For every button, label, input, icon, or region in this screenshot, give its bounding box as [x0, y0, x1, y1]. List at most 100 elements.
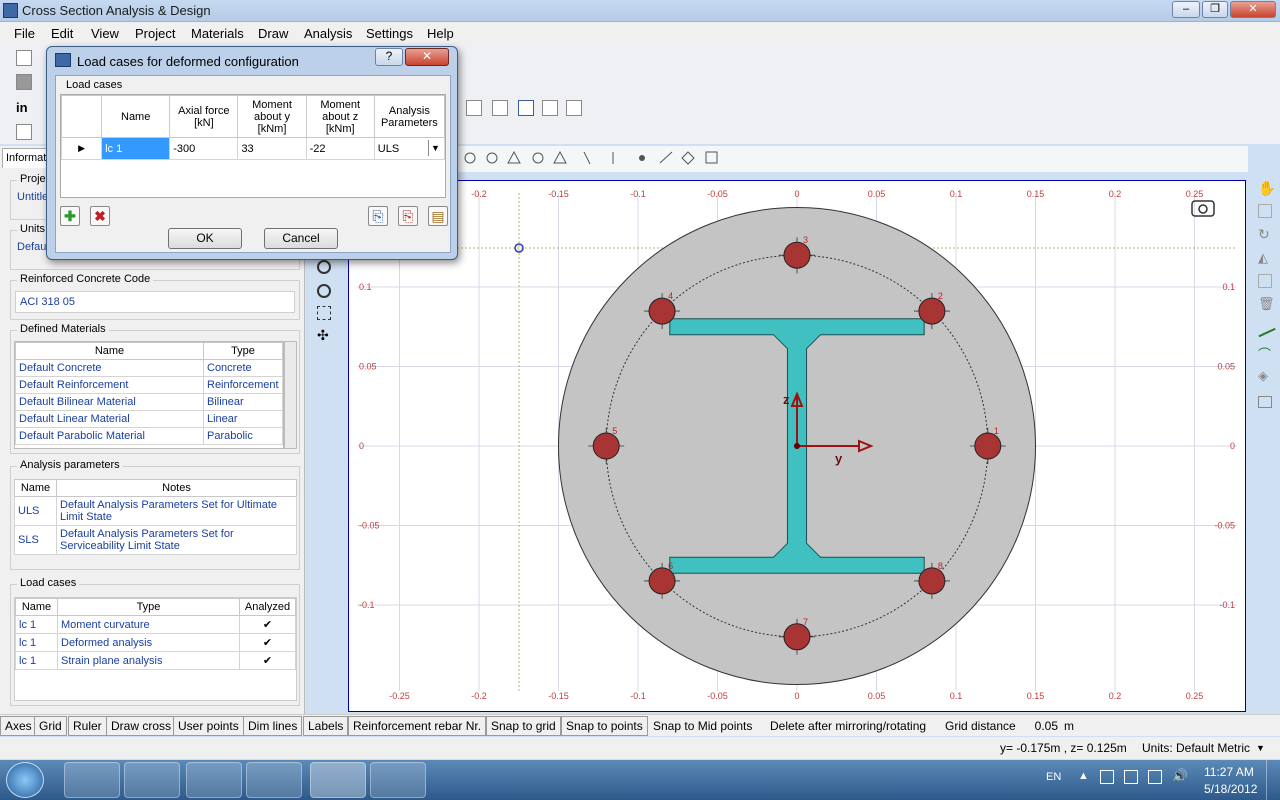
section-tool-3-icon[interactable] [518, 100, 534, 116]
code-value[interactable]: ACI 318 05 [15, 291, 295, 313]
explorer-task-icon[interactable] [64, 762, 120, 798]
row-selector-icon[interactable]: ▶ [60, 137, 103, 160]
cancel-button[interactable]: Cancel [264, 228, 338, 249]
menu-edit[interactable]: Edit [51, 26, 73, 41]
remove-load-case-button[interactable]: ✖ [90, 206, 110, 226]
paste-icon[interactable]: ▤ [428, 206, 448, 226]
tools-task-icon[interactable] [246, 762, 302, 798]
start-button[interactable] [6, 762, 44, 798]
table-row[interactable]: Default Linear Material Linear [15, 410, 283, 428]
units-selector[interactable]: Units: Default Metric [1142, 741, 1250, 755]
dialog-close-button[interactable]: ✕ [405, 48, 449, 66]
toggle-user-points[interactable]: User points [173, 716, 244, 736]
export-icon[interactable]: ⎘ [398, 206, 418, 226]
analyzed-checkbox[interactable]: ✔ [239, 615, 296, 634]
moment-z-cell[interactable]: -22 [305, 137, 375, 160]
toggle-labels[interactable]: Labels [303, 716, 349, 736]
chrome-task-icon[interactable] [186, 762, 242, 798]
drawing-canvas[interactable]: -0.25-0.25-0.2-0.2-0.15-0.15-0.1-0.1-0.0… [348, 180, 1246, 712]
tab-information[interactable]: Informat [2, 148, 50, 168]
array-icon[interactable] [1258, 274, 1272, 288]
clock-time[interactable]: 11:27 AM [1204, 765, 1254, 779]
menu-analysis[interactable]: Analysis [304, 26, 352, 41]
info-icon[interactable]: in [16, 100, 32, 116]
table-row[interactable]: Default Parabolic Material Parabolic [15, 427, 283, 445]
maximize-button[interactable]: ❐ [1202, 1, 1228, 18]
axial-force-cell[interactable]: -300 [169, 137, 239, 160]
line-draw-icon[interactable] [1254, 318, 1276, 338]
table-row[interactable]: Default Bilinear Material Bilinear [15, 393, 283, 411]
table-row[interactable]: Default Reinforcement Reinforcement [15, 376, 283, 394]
table-row[interactable]: SLS Default Analysis Parameters Set for S… [14, 525, 297, 555]
close-button[interactable]: ✕ [1230, 1, 1276, 18]
section-drawing[interactable]: -0.25-0.25-0.2-0.2-0.15-0.15-0.1-0.1-0.0… [349, 181, 1245, 711]
table-row[interactable]: ▶ lc 1 -300 33 -22 ULS ▼ [60, 137, 446, 160]
table-row[interactable]: ULS Default Analysis Parameters Set for U… [14, 496, 297, 526]
toggle-grid[interactable]: Grid [34, 716, 67, 736]
toggle-snap-points[interactable]: Snap to points [561, 716, 648, 736]
materials-scrollbar[interactable] [284, 341, 297, 449]
toggle-axes[interactable]: Axes [0, 716, 37, 736]
action-center-icon[interactable] [1100, 770, 1114, 784]
material-icon[interactable] [16, 74, 32, 90]
ok-button[interactable]: OK [168, 228, 242, 249]
power-icon[interactable] [1148, 770, 1162, 784]
pan-hand-icon[interactable]: ✋ [1258, 180, 1275, 196]
rotate-icon[interactable]: ↻ [1258, 226, 1274, 242]
toggle-draw-cross[interactable]: Draw cross [106, 716, 177, 736]
dropdown-arrow-icon[interactable]: ▼ [428, 140, 442, 156]
zoom-in-icon[interactable] [317, 260, 331, 274]
media-player-task-icon[interactable] [124, 762, 180, 798]
menu-project[interactable]: Project [135, 26, 175, 41]
grid-distance-input[interactable]: 0.05 [1024, 719, 1058, 733]
lc-name-cell[interactable]: lc 1 [101, 137, 171, 160]
show-hidden-icons-icon[interactable]: ▲ [1078, 770, 1089, 782]
snap-mid-points[interactable]: Snap to Mid points [653, 719, 752, 733]
new-file-icon[interactable] [16, 50, 32, 66]
arc-icon[interactable]: ⌒ [1258, 344, 1274, 362]
table-row[interactable]: Default Concrete Concrete [15, 359, 283, 377]
menu-help[interactable]: Help [427, 26, 454, 41]
help-button[interactable]: ? [375, 48, 403, 66]
table-row[interactable]: lc 1 Moment curvature ✔ [15, 615, 296, 634]
toggle-snap-grid[interactable]: Snap to grid [486, 716, 561, 736]
menu-draw[interactable]: Draw [258, 26, 288, 41]
section-tool-1-icon[interactable] [466, 100, 482, 116]
toggle-ruler[interactable]: Ruler [68, 716, 107, 736]
section-tool-4-icon[interactable] [542, 100, 558, 116]
toggle-rebar-numbers[interactable]: Reinforcement rebar Nr. [348, 716, 487, 736]
drawing-tools-icons[interactable] [458, 146, 748, 172]
table-row[interactable]: lc 1 Deformed analysis ✔ [15, 633, 296, 652]
language-indicator[interactable]: EN [1046, 771, 1061, 783]
toggle-dim-lines[interactable]: Dim lines [243, 716, 303, 736]
menu-file[interactable]: File [14, 26, 35, 41]
volume-icon[interactable]: 🔊 [1172, 768, 1188, 784]
analyzed-checkbox[interactable]: ✔ [239, 633, 296, 652]
cross-section-task-icon[interactable] [310, 762, 366, 798]
show-desktop-button[interactable] [1266, 760, 1280, 800]
network-icon[interactable] [1124, 770, 1138, 784]
comment-icon[interactable] [1258, 396, 1272, 408]
copy-icon[interactable] [1258, 204, 1272, 218]
moment-y-cell[interactable]: 33 [237, 137, 307, 160]
mirror-icon[interactable]: ◭ [1258, 250, 1274, 266]
delete-icon[interactable]: 🗑 [1258, 296, 1275, 312]
zoom-window-icon[interactable] [317, 306, 331, 320]
clock-date[interactable]: 5/18/2012 [1204, 782, 1257, 796]
menu-view[interactable]: View [91, 26, 119, 41]
zoom-extents-icon[interactable]: ✣ [317, 328, 331, 342]
menu-settings[interactable]: Settings [366, 26, 413, 41]
delete-after-mirroring[interactable]: Delete after mirroring/rotating [770, 719, 926, 733]
add-load-case-button[interactable]: ✚ [60, 206, 80, 226]
units-dropdown-icon[interactable]: ▼ [1256, 743, 1265, 753]
minimize-button[interactable]: ‒ [1172, 1, 1200, 18]
table-row[interactable]: lc 1 Strain plane analysis ✔ [15, 651, 296, 670]
menu-materials[interactable]: Materials [191, 26, 244, 41]
zoom-out-icon[interactable] [317, 284, 331, 298]
paint-task-icon[interactable] [370, 762, 426, 798]
section-tool-2-icon[interactable] [492, 100, 508, 116]
copy-table-icon[interactable]: ⎘ [368, 206, 388, 226]
document-icon[interactable] [16, 124, 32, 140]
analyzed-checkbox[interactable]: ✔ [239, 651, 296, 670]
section-tool-5-icon[interactable] [566, 100, 582, 116]
